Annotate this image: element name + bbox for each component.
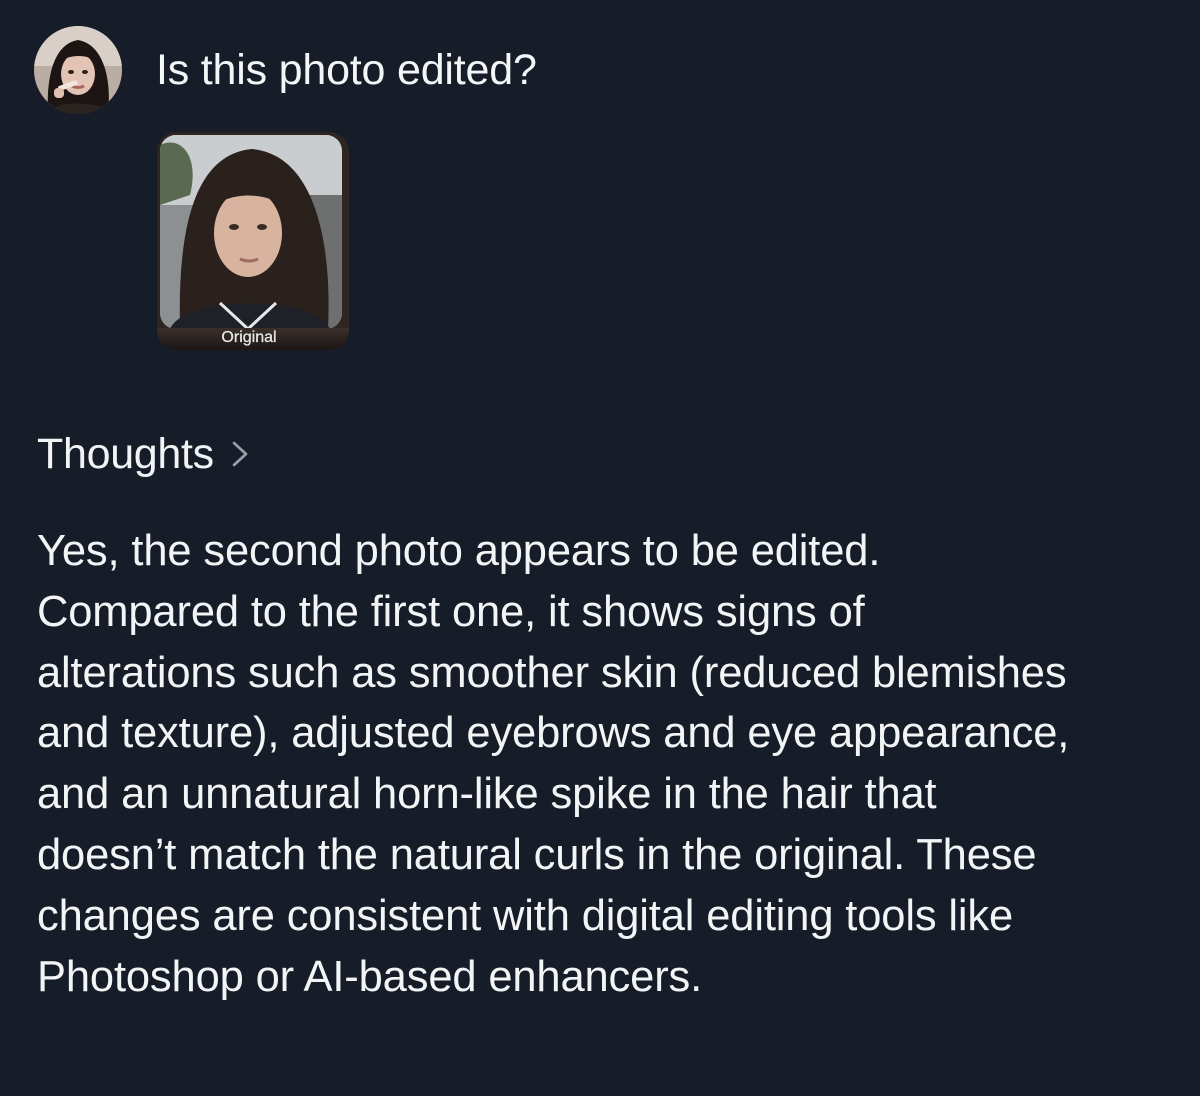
answer-line: and an unnatural horn-like spike in the … <box>37 770 937 819</box>
user-avatar-photo <box>34 26 122 114</box>
user-question: Is this photo edited? <box>156 46 537 94</box>
chat-view: Is this photo edited? Original Thoughts … <box>0 0 1200 1096</box>
answer-line: doesn’t match the natural curls in the o… <box>37 830 1037 879</box>
answer-line: Compared to the first one, it shows sign… <box>37 587 865 636</box>
answer-line: and texture), adjusted eyebrows and eye … <box>37 709 1070 758</box>
answer-line: alterations such as smoother skin (reduc… <box>37 648 1067 697</box>
chevron-right-icon <box>230 439 250 469</box>
thoughts-toggle[interactable]: Thoughts <box>37 428 250 480</box>
assistant-answer: Yes, the second photo appears to be edit… <box>37 521 1177 1007</box>
attached-photo-image <box>160 135 342 329</box>
user-avatar[interactable] <box>34 26 122 114</box>
thoughts-label: Thoughts <box>37 430 214 478</box>
attached-photo-caption-bar: Original <box>157 328 349 350</box>
answer-line: Yes, the second photo appears to be edit… <box>37 527 881 575</box>
answer-line: Photoshop or AI-based enhancers. <box>37 952 703 1001</box>
user-message: Is this photo edited? <box>34 26 1164 118</box>
attached-photo-label: Original <box>221 329 277 346</box>
attached-photo[interactable]: Original <box>157 132 349 350</box>
answer-line: changes are consistent with digital edit… <box>37 891 1014 940</box>
